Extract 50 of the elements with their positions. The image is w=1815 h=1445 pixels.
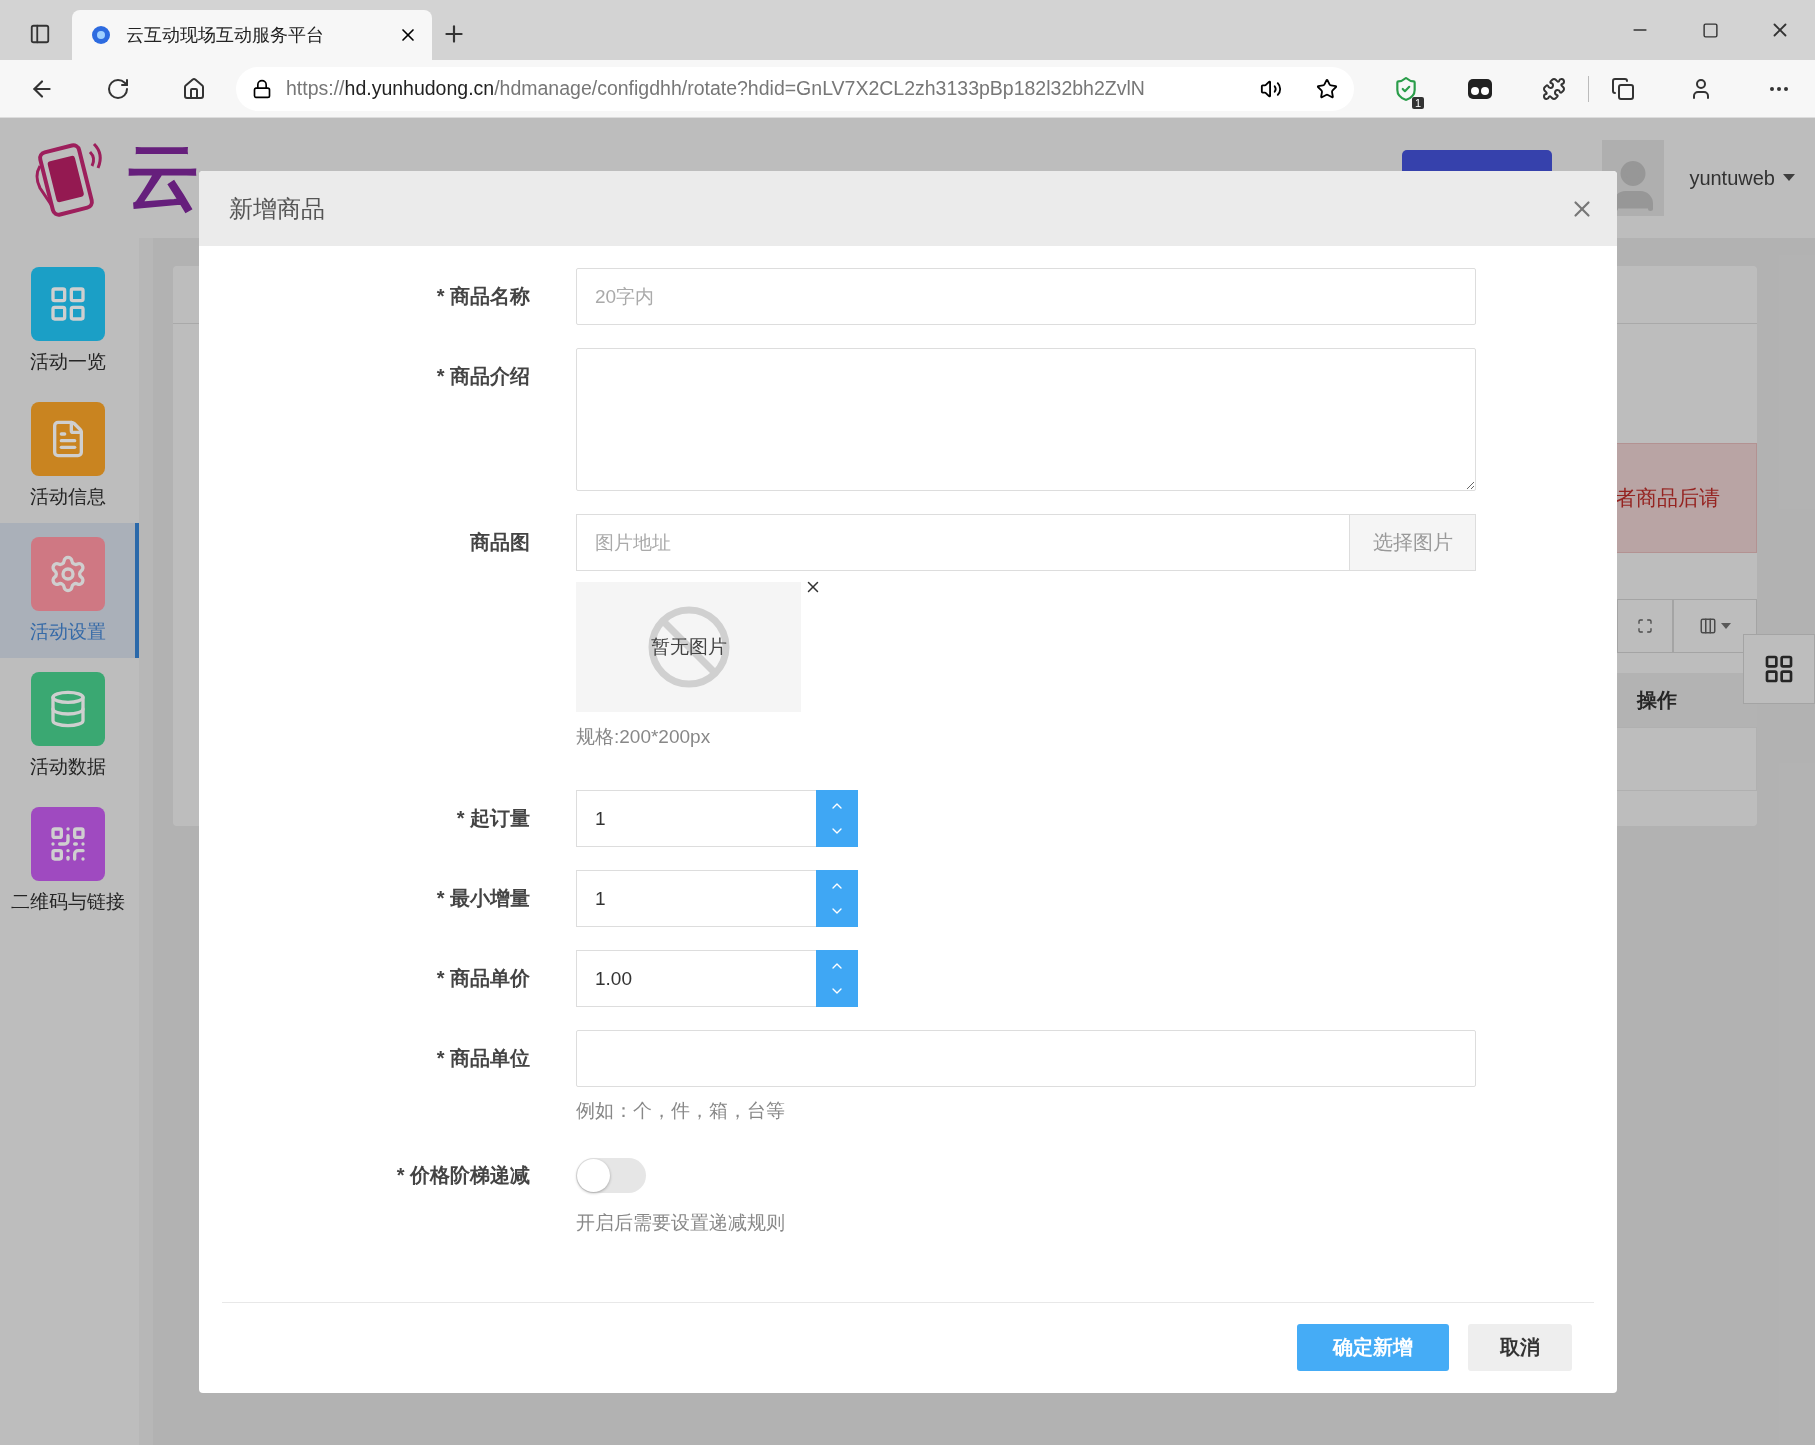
text-field[interactable]: 20字内 xyxy=(576,268,1476,325)
address-bar[interactable]: https://hd.yunhudong.cn/hdmanage/configdhh/rotate?hdid=GnLV7X2CL2zh3133pBp182l32bh2ZvlN xyxy=(236,66,1355,111)
sidebar-label: 活动信息 xyxy=(29,484,106,509)
grid-icon[interactable] xyxy=(1743,634,1815,704)
sidebar-label: 活动设置 xyxy=(29,619,106,644)
field-label: * 商品介绍 xyxy=(435,364,530,389)
lock-icon xyxy=(252,78,272,99)
alert-text: 者商品后请 xyxy=(1615,485,1720,511)
browser-tab[interactable]: 云互动现场互动服务平台 xyxy=(72,10,432,60)
hint-text: 规格:200*200px xyxy=(576,725,711,749)
sidebar-item[interactable]: 活动信息 xyxy=(0,388,139,523)
image-url-field[interactable]: 图片地址 xyxy=(576,514,1349,571)
number-field[interactable]: 1 xyxy=(576,870,816,927)
field-label: * 起订量 xyxy=(455,806,530,831)
caret-icon xyxy=(1783,174,1795,182)
columns-icon xyxy=(1699,617,1717,635)
field-label: 商品图 xyxy=(469,530,530,555)
fullscreen-icon xyxy=(1637,618,1653,634)
text-field[interactable] xyxy=(576,1030,1476,1087)
url-text: https://hd.yunhudong.cn/hdmanage/configdhh/rotate?hdid=GnLV7X2CL2zh3133pBp182l32bh2ZvlN xyxy=(286,77,1146,100)
number-field[interactable]: 1.00 xyxy=(576,950,816,1007)
badge: 1 xyxy=(1411,96,1425,109)
sidebar-label: 活动一览 xyxy=(29,349,106,374)
logo-text: 云 xyxy=(126,140,200,214)
sidebar-item[interactable]: 二维码与链接 xyxy=(0,793,139,928)
hint-text: 开启后需要设置递减规则 xyxy=(576,1211,785,1235)
field-label: * 价格阶梯递减 xyxy=(395,1163,530,1188)
no-image-text: 暂无图片 xyxy=(650,635,727,659)
no-image-icon xyxy=(646,605,731,689)
toggle-switch[interactable] xyxy=(576,1158,646,1193)
caret-icon xyxy=(1721,623,1731,629)
column-header: 操作 xyxy=(1637,687,1677,713)
hint-text: 例如：个，件，箱，台等 xyxy=(576,1099,785,1123)
tab-title: 云互动现场互动服务平台 xyxy=(126,24,325,47)
field-label: * 商品名称 xyxy=(435,284,530,309)
number-field[interactable]: 1 xyxy=(576,790,816,847)
favicon-icon xyxy=(90,24,112,46)
field-label: * 商品单位 xyxy=(435,1046,530,1071)
cancel-button[interactable]: 取消 xyxy=(1468,1324,1572,1371)
user-name[interactable]: yuntuweb xyxy=(1689,166,1775,190)
sidebar-label: 二维码与链接 xyxy=(10,889,125,914)
dialog-title: 新增商品 xyxy=(229,193,326,224)
favorite-icon[interactable] xyxy=(1316,77,1339,100)
sidebar-label: 活动数据 xyxy=(29,754,106,779)
textarea-field[interactable] xyxy=(576,348,1476,491)
field-label: * 最小增量 xyxy=(435,886,530,911)
columns-button[interactable] xyxy=(1673,599,1757,653)
sidebar-item[interactable]: 活动一览 xyxy=(0,253,139,388)
field-label: * 商品单价 xyxy=(435,966,530,991)
sidebar-item[interactable]: 活动数据 xyxy=(0,658,139,793)
